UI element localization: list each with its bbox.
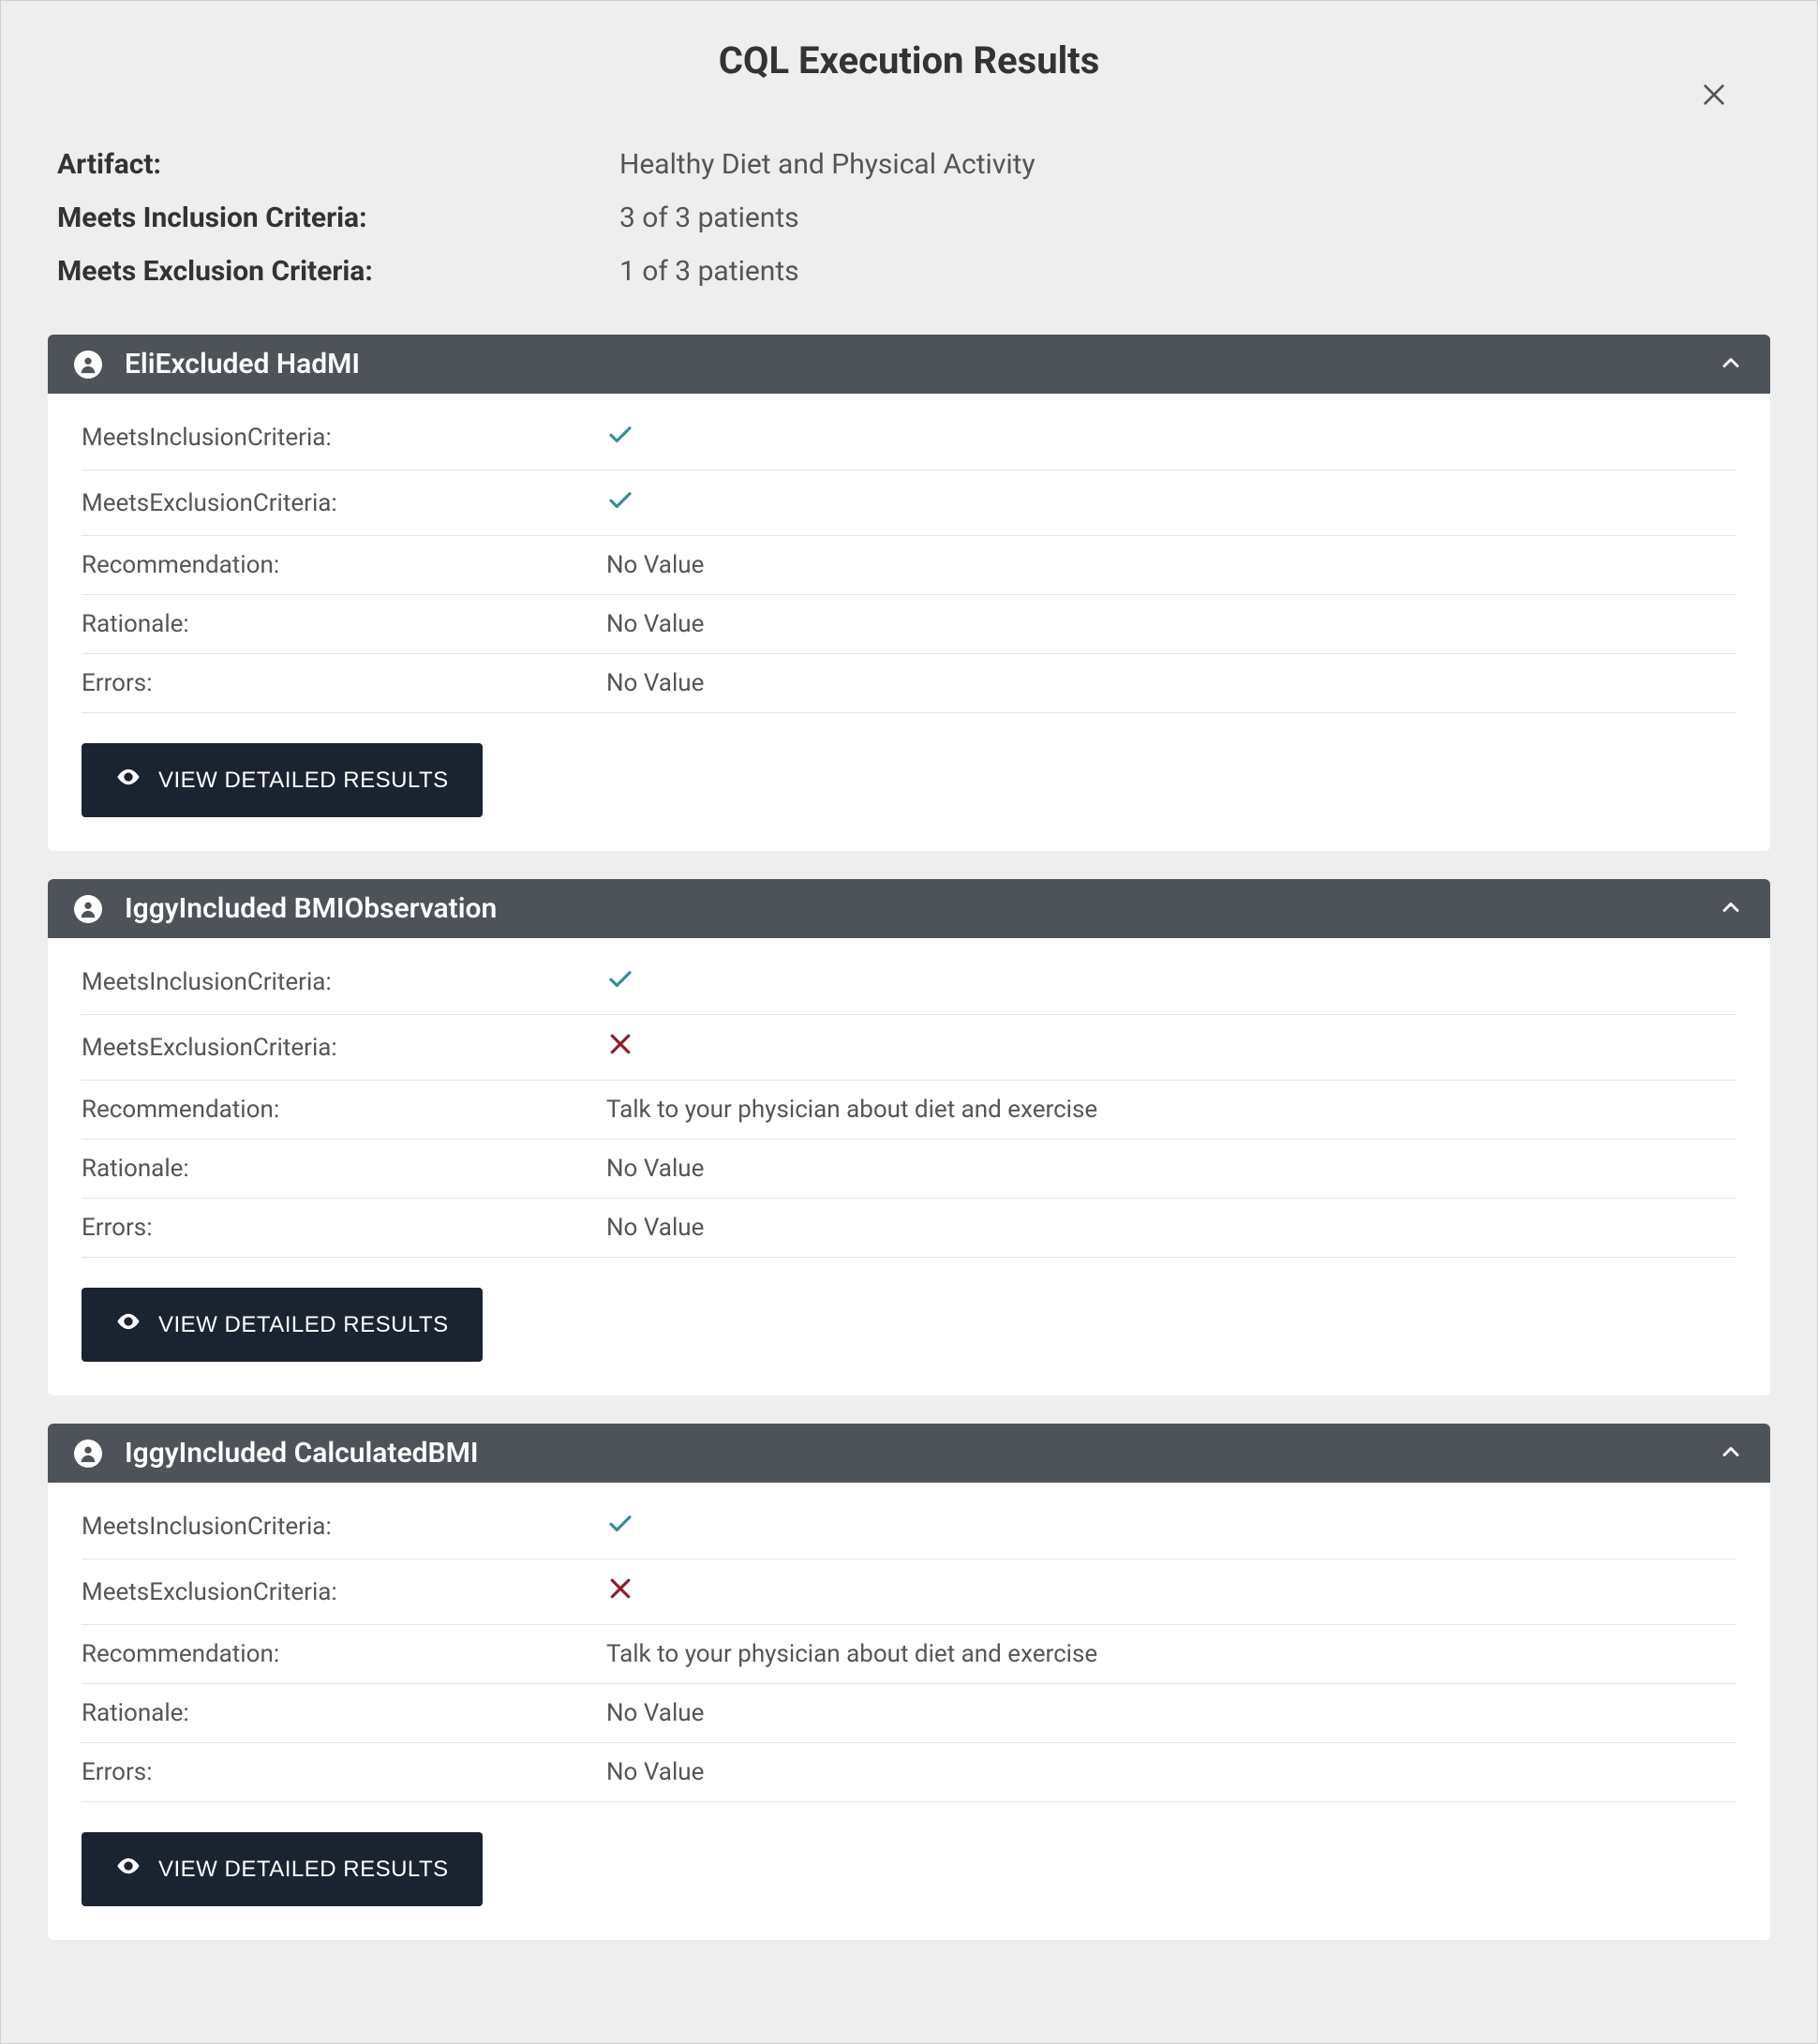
- rationale-label: Rationale:: [82, 1699, 606, 1727]
- patient-panel-header[interactable]: EliExcluded HadMI: [48, 335, 1770, 394]
- chevron-up-icon: [1718, 350, 1744, 380]
- view-detailed-results-button[interactable]: VIEW DETAILED RESULTS: [82, 1288, 483, 1362]
- x-icon: [606, 1030, 634, 1065]
- errors-label: Errors:: [82, 1758, 606, 1786]
- check-icon: [606, 485, 634, 520]
- rationale-value: No Value: [606, 610, 704, 638]
- patient-panel-body: MeetsInclusionCriteria: MeetsExclusionCr…: [48, 1483, 1770, 1940]
- person-icon: [74, 351, 102, 379]
- person-icon: [74, 895, 102, 923]
- meets-exclusion-value: [606, 1030, 634, 1065]
- recommendation-label: Recommendation:: [82, 1096, 606, 1124]
- close-button[interactable]: [1699, 80, 1729, 113]
- patient-panel: IggyIncluded CalculatedBMI MeetsInclusio…: [48, 1424, 1770, 1940]
- exclusion-criteria-value: 1 of 3 patients: [619, 255, 799, 288]
- meets-inclusion-label: MeetsInclusionCriteria:: [82, 1513, 606, 1541]
- meets-exclusion-label: MeetsExclusionCriteria:: [82, 1034, 606, 1062]
- page-title: CQL Execution Results: [48, 38, 1770, 82]
- errors-value: No Value: [606, 1214, 704, 1242]
- errors-value: No Value: [606, 1758, 704, 1786]
- view-detailed-label: VIEW DETAILED RESULTS: [158, 1312, 449, 1338]
- patient-panel: EliExcluded HadMI MeetsInclusionCriteria…: [48, 335, 1770, 851]
- meets-inclusion-label: MeetsInclusionCriteria:: [82, 968, 606, 996]
- recommendation-label: Recommendation:: [82, 1640, 606, 1668]
- check-icon: [606, 420, 634, 455]
- eye-icon: [115, 1853, 142, 1886]
- errors-value: No Value: [606, 669, 704, 697]
- rationale-value: No Value: [606, 1699, 704, 1727]
- meets-inclusion-value: [606, 964, 634, 999]
- patient-name: IggyIncluded CalculatedBMI: [125, 1437, 1718, 1470]
- recommendation-value: Talk to your physician about diet and ex…: [606, 1096, 1097, 1124]
- recommendation-value: Talk to your physician about diet and ex…: [606, 1640, 1097, 1668]
- x-icon: [606, 1574, 634, 1609]
- rationale-label: Rationale:: [82, 610, 606, 638]
- check-icon: [606, 1509, 634, 1544]
- patient-name: EliExcluded HadMI: [125, 348, 1718, 380]
- exclusion-criteria-label: Meets Exclusion Criteria:: [57, 255, 619, 288]
- meets-inclusion-label: MeetsInclusionCriteria:: [82, 424, 606, 452]
- close-icon: [1699, 96, 1729, 113]
- view-detailed-label: VIEW DETAILED RESULTS: [158, 768, 449, 794]
- view-detailed-label: VIEW DETAILED RESULTS: [158, 1857, 449, 1883]
- patient-panel: IggyIncluded BMIObservation MeetsInclusi…: [48, 879, 1770, 1395]
- meets-exclusion-label: MeetsExclusionCriteria:: [82, 1578, 606, 1606]
- summary-section: Artifact: Healthy Diet and Physical Acti…: [48, 148, 1770, 288]
- chevron-up-icon: [1718, 894, 1744, 924]
- view-detailed-results-button[interactable]: VIEW DETAILED RESULTS: [82, 1832, 483, 1906]
- inclusion-criteria-label: Meets Inclusion Criteria:: [57, 201, 619, 234]
- patient-panel-body: MeetsInclusionCriteria: MeetsExclusionCr…: [48, 394, 1770, 851]
- view-detailed-results-button[interactable]: VIEW DETAILED RESULTS: [82, 743, 483, 817]
- artifact-value: Healthy Diet and Physical Activity: [619, 148, 1036, 181]
- rationale-label: Rationale:: [82, 1155, 606, 1183]
- patient-panel-header[interactable]: IggyIncluded CalculatedBMI: [48, 1424, 1770, 1483]
- eye-icon: [115, 1308, 142, 1341]
- eye-icon: [115, 764, 142, 797]
- errors-label: Errors:: [82, 1214, 606, 1242]
- errors-label: Errors:: [82, 669, 606, 697]
- patient-name: IggyIncluded BMIObservation: [125, 892, 1718, 925]
- meets-inclusion-value: [606, 1509, 634, 1544]
- rationale-value: No Value: [606, 1155, 704, 1183]
- check-icon: [606, 964, 634, 999]
- chevron-up-icon: [1718, 1439, 1744, 1469]
- meets-exclusion-label: MeetsExclusionCriteria:: [82, 489, 606, 517]
- artifact-label: Artifact:: [57, 148, 619, 181]
- recommendation-label: Recommendation:: [82, 551, 606, 579]
- patient-panel-body: MeetsInclusionCriteria: MeetsExclusionCr…: [48, 938, 1770, 1395]
- meets-inclusion-value: [606, 420, 634, 455]
- meets-exclusion-value: [606, 1574, 634, 1609]
- inclusion-criteria-value: 3 of 3 patients: [619, 201, 799, 234]
- patient-panel-header[interactable]: IggyIncluded BMIObservation: [48, 879, 1770, 938]
- person-icon: [74, 1440, 102, 1468]
- meets-exclusion-value: [606, 485, 634, 520]
- recommendation-value: No Value: [606, 551, 704, 579]
